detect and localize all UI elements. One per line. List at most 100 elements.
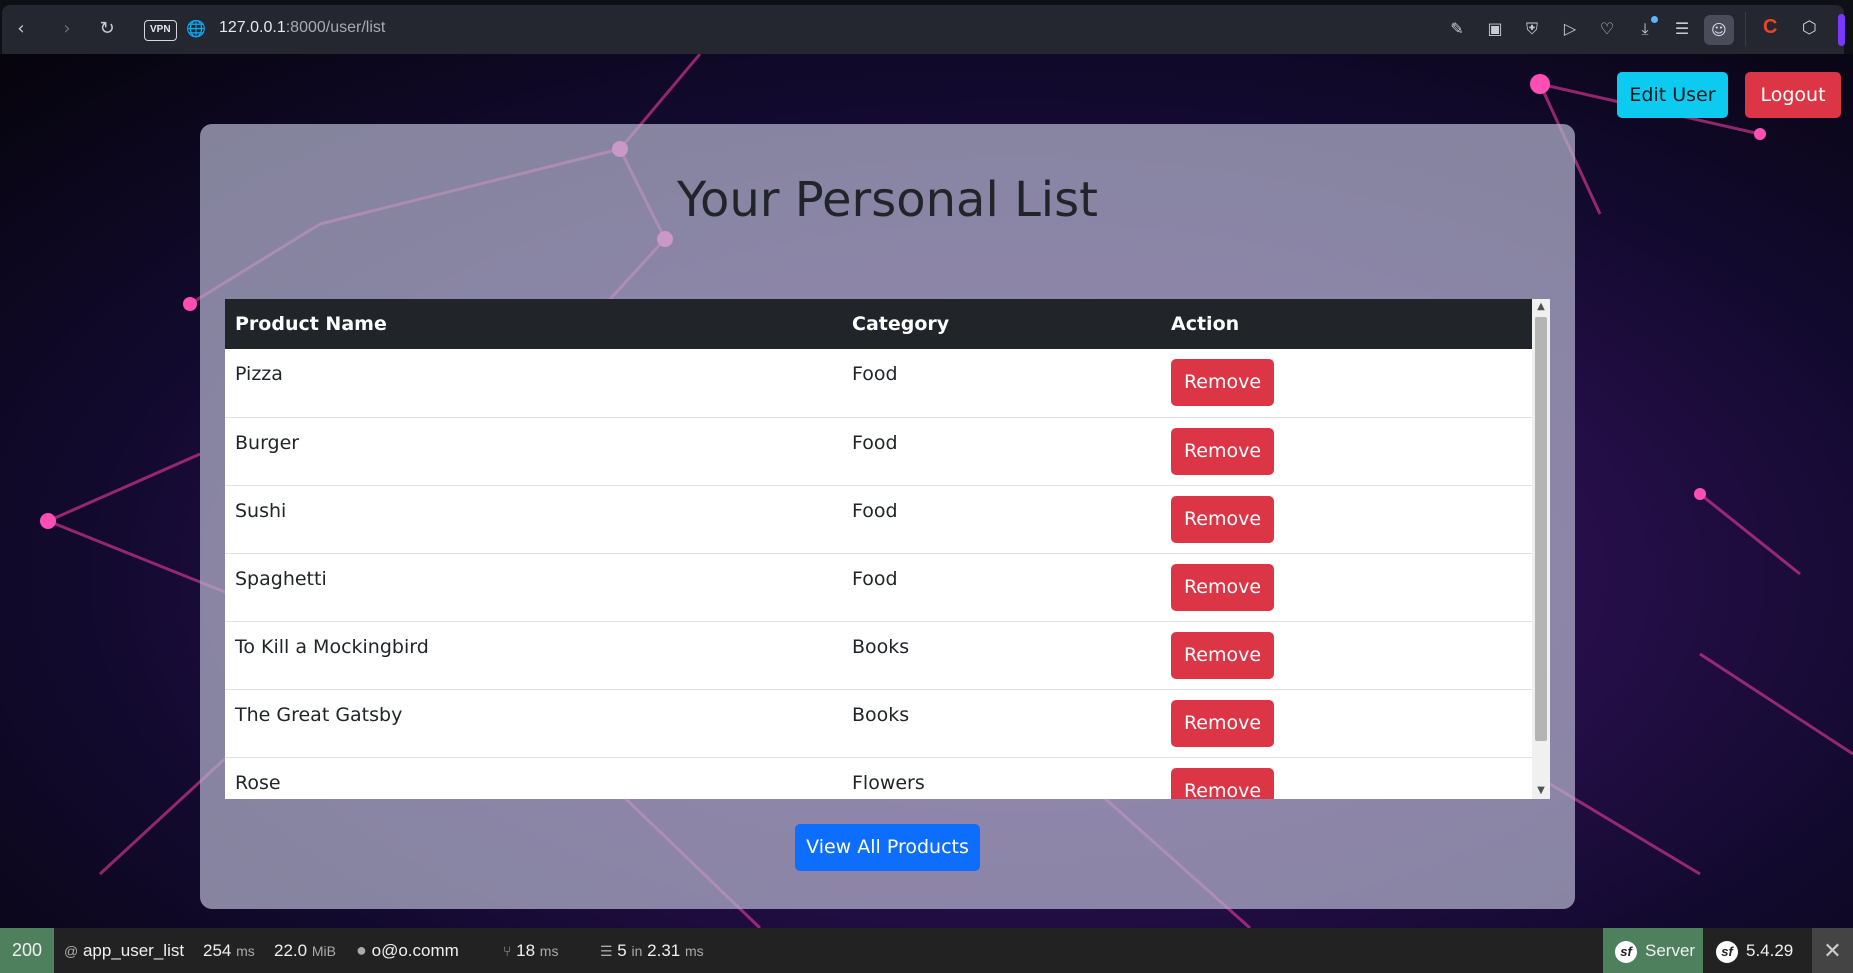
product-table: Product Name Category Action Pizza Food … xyxy=(225,299,1532,799)
profile-icon[interactable]: ☺ xyxy=(1704,15,1734,45)
time-unit: ms xyxy=(236,943,255,959)
table-row: The Great Gatsby Books Remove xyxy=(225,689,1532,758)
category-cell: Books xyxy=(842,689,1161,758)
db-in: in xyxy=(631,943,643,959)
product-name-cell: Sushi xyxy=(225,485,842,554)
extension-cube-icon[interactable]: ⬡ xyxy=(1802,18,1817,38)
heart-icon[interactable]: ♡ xyxy=(1596,18,1618,40)
product-name-cell: To Kill a Mockingbird xyxy=(225,621,842,690)
status-badge[interactable]: 200 xyxy=(0,928,54,973)
site-info-icon[interactable]: 🌐 xyxy=(186,19,206,38)
table-scrollbar[interactable]: ▲ ▼ xyxy=(1532,299,1550,799)
extension-c-icon[interactable]: C xyxy=(1763,16,1777,39)
action-cell: Remove xyxy=(1161,349,1532,418)
category-cell: Food xyxy=(842,553,1161,622)
table-header-row: Product Name Category Action xyxy=(225,299,1532,349)
user-email: o@o.comm xyxy=(371,941,459,960)
scrollbar-thumb[interactable] xyxy=(1535,317,1547,741)
server-info[interactable]: sf Server xyxy=(1603,928,1703,973)
category-cell: Food xyxy=(842,485,1161,554)
table-row: Sushi Food Remove xyxy=(225,485,1532,554)
database-icon: ☰ xyxy=(600,943,613,959)
edit-page-icon[interactable]: ✎ xyxy=(1446,18,1468,40)
product-name-cell: Pizza xyxy=(225,349,842,418)
edit-user-button[interactable]: Edit User xyxy=(1617,72,1728,118)
category-cell: Food xyxy=(842,417,1161,486)
product-name-cell: Spaghetti xyxy=(225,553,842,622)
database-info[interactable]: ☰ 5 in 2.31 ms xyxy=(600,928,704,973)
column-header-action: Action xyxy=(1161,299,1532,349)
view-all-products-button[interactable]: View All Products xyxy=(795,824,980,871)
shield-icon[interactable]: ⛨ xyxy=(1521,18,1543,40)
table-row: Pizza Food Remove xyxy=(225,349,1532,418)
browser-chrome: ‹ › ↻ VPN 🌐 127.0.0.1:8000/user/list ✎ ▣… xyxy=(0,0,1853,54)
download-indicator xyxy=(1651,16,1658,23)
product-name-cell: Rose xyxy=(225,757,842,799)
remove-button[interactable]: Remove xyxy=(1171,495,1274,543)
table-row: Spaghetti Food Remove xyxy=(225,553,1532,622)
db-time: 2.31 xyxy=(647,941,681,960)
action-cell: Remove xyxy=(1161,485,1532,554)
logout-button[interactable]: Logout xyxy=(1745,72,1841,118)
forward-icon[interactable]: › xyxy=(56,18,78,40)
table-row: Rose Flowers Remove xyxy=(225,757,1532,799)
memory-usage[interactable]: 22.0 MiB xyxy=(274,928,336,973)
scroll-up-icon[interactable]: ▲ xyxy=(1532,299,1550,315)
remove-button[interactable]: Remove xyxy=(1171,359,1274,406)
memory-unit: MiB xyxy=(311,943,336,959)
remove-button[interactable]: Remove xyxy=(1171,631,1274,679)
page-title: Your Personal List xyxy=(677,172,1098,228)
reload-icon[interactable]: ↻ xyxy=(96,18,118,40)
action-cell: Remove xyxy=(1161,621,1532,690)
scroll-down-icon[interactable]: ▼ xyxy=(1532,783,1550,799)
twig-info[interactable]: ⑂ 18 ms xyxy=(503,928,558,973)
symfony-logo-icon: sf xyxy=(1716,940,1738,963)
product-table-container[interactable]: Product Name Category Action Pizza Food … xyxy=(225,299,1550,799)
product-name-cell: The Great Gatsby xyxy=(225,689,842,758)
remove-button[interactable]: Remove xyxy=(1171,563,1274,611)
play-icon[interactable]: ▷ xyxy=(1559,18,1581,40)
server-label: Server xyxy=(1645,941,1696,960)
category-cell: Flowers xyxy=(842,757,1161,799)
version-label: 5.4.29 xyxy=(1746,941,1794,960)
menu-icon[interactable]: ☰ xyxy=(1671,18,1693,40)
url-host: 127.0.0.1 xyxy=(219,19,286,36)
address-bar[interactable]: 127.0.0.1:8000/user/list xyxy=(219,19,385,37)
symfony-version[interactable]: sf 5.4.29 xyxy=(1716,928,1793,973)
column-header-product-name: Product Name xyxy=(225,299,842,349)
product-name-cell: Burger xyxy=(225,417,842,486)
table-row: Burger Food Remove xyxy=(225,417,1532,486)
route-info[interactable]: @ app_user_list xyxy=(64,928,184,973)
remove-button[interactable]: Remove xyxy=(1171,427,1274,475)
close-icon[interactable]: ✕ xyxy=(1812,928,1853,973)
action-cell: Remove xyxy=(1161,553,1532,622)
url-path: :8000/user/list xyxy=(285,19,386,36)
db-count: 5 xyxy=(617,941,627,960)
user-icon: ● xyxy=(356,940,367,960)
remove-button[interactable]: Remove xyxy=(1171,767,1274,799)
symfony-logo-icon: sf xyxy=(1615,940,1637,963)
camera-icon[interactable]: ▣ xyxy=(1484,18,1506,40)
table-row: To Kill a Mockingbird Books Remove xyxy=(225,621,1532,690)
twig-unit: ms xyxy=(539,943,559,959)
sidebar-accent xyxy=(1838,14,1845,46)
memory-value: 22.0 xyxy=(274,941,308,960)
back-icon[interactable]: ‹ xyxy=(10,18,32,40)
action-cell: Remove xyxy=(1161,417,1532,486)
personal-list-card: Your Personal List Product Name Category… xyxy=(200,124,1575,909)
vpn-badge[interactable]: VPN xyxy=(144,20,177,41)
db-unit: ms xyxy=(684,943,704,959)
toolbar-divider xyxy=(1745,12,1746,46)
debug-toolbar: 200 @ app_user_list 254 ms 22.0 MiB ● o@… xyxy=(0,928,1853,973)
twig-value: 18 xyxy=(516,941,536,960)
remove-button[interactable]: Remove xyxy=(1171,699,1274,747)
user-info[interactable]: ● o@o.comm xyxy=(356,928,459,973)
route-prefix: @ xyxy=(64,943,79,959)
request-time[interactable]: 254 ms xyxy=(203,928,255,973)
category-cell: Books xyxy=(842,621,1161,690)
time-value: 254 xyxy=(203,941,232,960)
action-cell: Remove xyxy=(1161,689,1532,758)
action-cell: Remove xyxy=(1161,757,1532,799)
twig-icon: ⑂ xyxy=(503,943,512,959)
category-cell: Food xyxy=(842,349,1161,418)
